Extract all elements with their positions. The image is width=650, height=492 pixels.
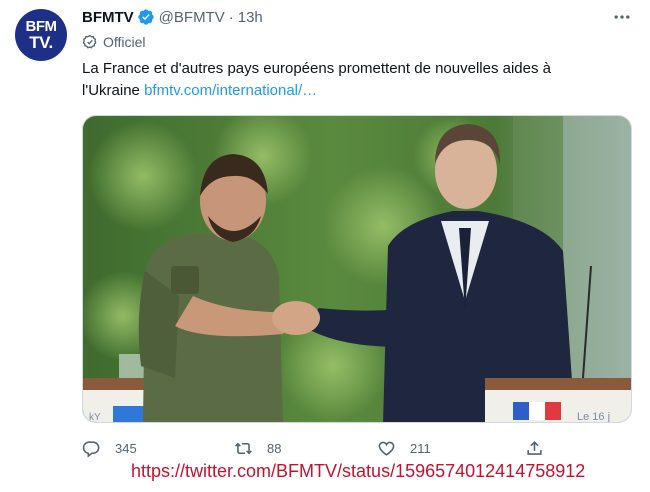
separator-dot: ·: [228, 8, 234, 26]
tweet-header: BFMTV @BFMTV · 13h: [82, 7, 263, 27]
photo-illustration: kY Le 16 j: [83, 116, 631, 423]
retweet-icon: [235, 442, 252, 454]
official-label: Officiel: [82, 33, 146, 51]
avatar[interactable]: BFM TV.: [15, 9, 67, 61]
tweet-photo[interactable]: kY Le 16 j: [82, 115, 632, 423]
display-name[interactable]: BFMTV: [82, 9, 134, 26]
handle[interactable]: @BFMTV: [159, 9, 225, 26]
tweet-actions: 345 88 211: [82, 436, 562, 462]
right-podium-text: Le 16 j: [577, 411, 610, 423]
tweet-text: La France et d'autres pays européens pro…: [82, 58, 612, 102]
timestamp[interactable]: 13h: [238, 9, 263, 26]
left-podium-text: kY: [89, 412, 101, 423]
like-button[interactable]: 211: [377, 436, 431, 460]
retweet-button[interactable]: 88: [234, 436, 281, 460]
source-url-caption: https://twitter.com/BFMTV/status/1596574…: [131, 461, 586, 481]
reply-button[interactable]: 345: [82, 436, 137, 460]
official-label-icon: [82, 34, 97, 49]
more-options-icon: [614, 15, 630, 19]
like-count: 211: [410, 440, 431, 456]
share-button[interactable]: [525, 436, 558, 460]
avatar-logo-line2: TV.: [29, 33, 53, 52]
article-link[interactable]: bfmtv.com/international/…: [144, 82, 317, 99]
retweet-count: 88: [267, 440, 282, 456]
official-label-text: Officiel: [103, 34, 146, 50]
like-icon: [378, 441, 395, 456]
verified-badge-icon: [137, 9, 154, 25]
reply-icon: [82, 440, 100, 458]
more-options-button[interactable]: [610, 6, 634, 28]
share-icon: [527, 440, 542, 455]
reply-count: 345: [115, 440, 137, 456]
